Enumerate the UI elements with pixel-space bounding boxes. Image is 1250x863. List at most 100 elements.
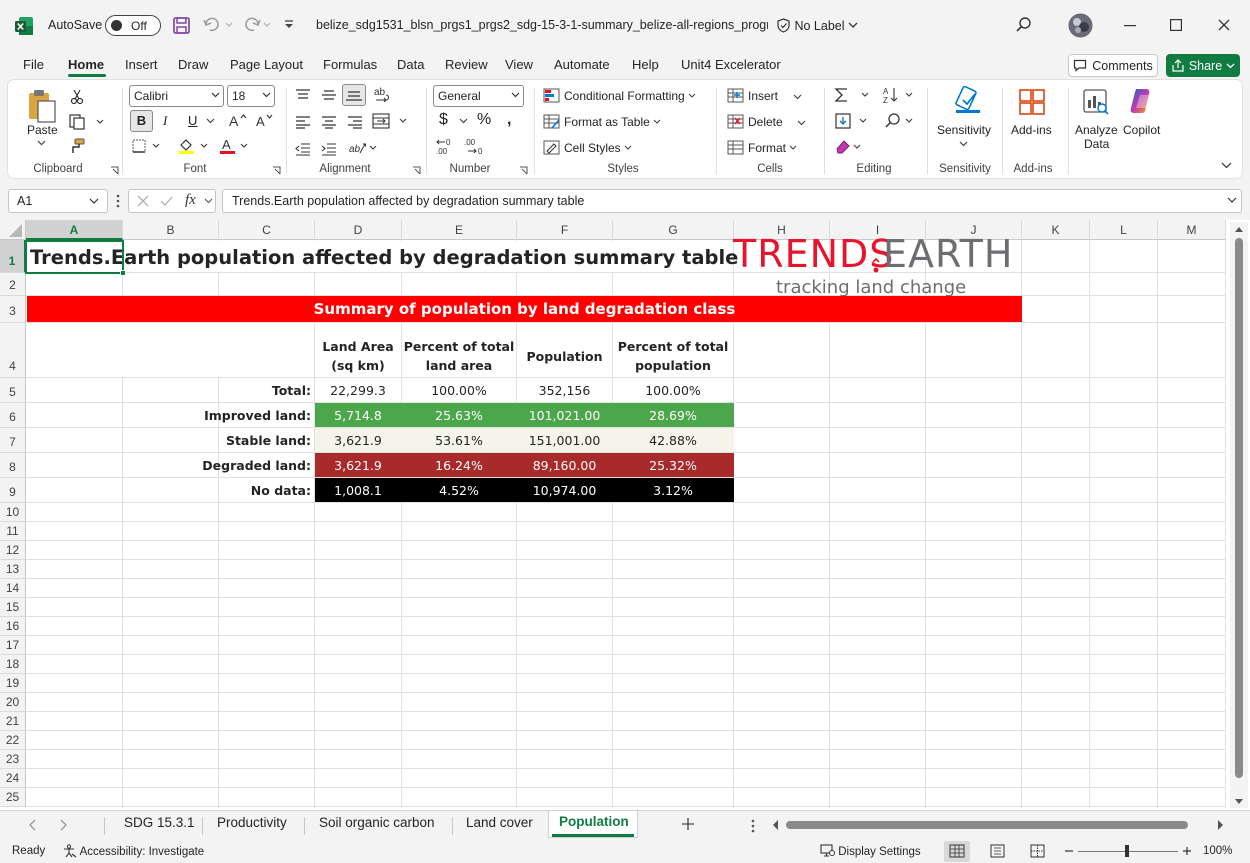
row-header-17[interactable]: 17 <box>0 636 26 655</box>
scroll-down-icon[interactable] <box>1234 798 1244 805</box>
row-header-7[interactable]: 7 <box>0 428 26 453</box>
cell-styles-icon[interactable] <box>543 140 560 155</box>
borders-icon[interactable] <box>132 139 164 153</box>
row-header-22[interactable]: 22 <box>0 731 26 750</box>
confirm-entry-icon[interactable] <box>160 195 173 207</box>
more-options-icon[interactable] <box>116 194 120 208</box>
degraded-percent-land[interactable]: 16.24% <box>402 453 516 478</box>
column-header-l[interactable]: L <box>1090 220 1158 240</box>
total-percent-land[interactable]: 100.00% <box>402 378 516 403</box>
more-sheets-icon[interactable] <box>751 819 755 833</box>
number-format-dropdown[interactable]: General <box>433 85 524 107</box>
sensitivity-icon[interactable] <box>953 86 983 116</box>
format-as-table-button[interactable]: Format as Table <box>564 115 661 129</box>
header-population[interactable]: Population <box>517 336 612 376</box>
comments-button[interactable]: Comments <box>1068 54 1158 77</box>
tab-help[interactable]: Help <box>632 57 659 72</box>
find-select-icon[interactable] <box>884 112 918 130</box>
cell-styles-button[interactable]: Cell Styles <box>564 141 632 155</box>
dialog-launcher-icon[interactable] <box>272 166 281 175</box>
row-header-14[interactable]: 14 <box>0 579 26 598</box>
fill-color-icon[interactable] <box>178 137 212 155</box>
copilot-button[interactable]: Copilot <box>1123 123 1160 137</box>
next-sheet-icon[interactable] <box>60 819 68 831</box>
file-name[interactable]: belize_sdg1531_blsn_prgs1_prgs2_sdg-15-3… <box>316 18 768 32</box>
minimize-icon[interactable] <box>1124 25 1136 27</box>
analyze-data-button[interactable]: Analyze Data <box>1075 123 1118 151</box>
top-align-icon[interactable] <box>295 88 311 102</box>
tab-view[interactable]: View <box>505 57 533 72</box>
fill-handle[interactable] <box>120 270 126 276</box>
accessibility-status[interactable]: Accessibility: Investigate <box>62 844 204 858</box>
row-label-total[interactable]: Total: <box>219 378 314 403</box>
format-button[interactable]: Format <box>748 141 797 155</box>
delete-cells-icon[interactable] <box>727 114 744 129</box>
add-ins-button[interactable]: Add-ins <box>1011 123 1052 137</box>
insert-function-button[interactable]: fx <box>185 192 196 209</box>
increase-font-size-icon[interactable]: A <box>228 112 248 128</box>
analyze-data-icon[interactable] <box>1082 88 1110 116</box>
percent-icon[interactable]: % <box>477 111 491 129</box>
format-as-table-icon[interactable] <box>543 114 560 129</box>
normal-view-button[interactable] <box>944 841 970 862</box>
tab-automate[interactable]: Automate <box>554 57 610 72</box>
chevron-down-icon[interactable] <box>959 141 968 147</box>
row-header-18[interactable]: 18 <box>0 655 26 674</box>
summary-banner[interactable]: Summary of population by land degradatio… <box>27 296 1022 322</box>
row-label-stable[interactable]: Stable land: <box>180 428 314 453</box>
header-percent-population[interactable]: Percent of total population <box>613 336 733 376</box>
nodata-percent-population[interactable]: 3.12% <box>613 478 733 503</box>
undo-icon[interactable] <box>202 16 232 34</box>
font-size-dropdown[interactable]: 18 <box>227 85 275 107</box>
avatar[interactable] <box>1068 13 1093 38</box>
row-header-19[interactable]: 19 <box>0 674 26 693</box>
tab-data[interactable]: Data <box>397 57 424 72</box>
align-left-icon[interactable] <box>295 115 311 129</box>
total-land-area[interactable]: 22,299.3 <box>315 378 401 403</box>
conditional-formatting-button[interactable]: Conditional Formatting <box>564 89 696 103</box>
add-ins-icon[interactable] <box>1018 88 1046 116</box>
display-settings-button[interactable]: Display Settings <box>820 844 921 858</box>
row-label-degraded[interactable]: Degraded land: <box>180 453 314 478</box>
row-header-4[interactable]: 4 <box>0 323 26 378</box>
expand-formula-bar-icon[interactable] <box>1227 197 1237 203</box>
select-all-button[interactable] <box>0 220 26 240</box>
stable-percent-land[interactable]: 53.61% <box>402 428 516 453</box>
merge-center-icon[interactable] <box>372 113 412 129</box>
sensitivity-button[interactable]: Sensitivity <box>937 123 991 137</box>
bold-button[interactable]: B <box>130 110 153 132</box>
sheet-tab-productivity[interactable]: Productivity <box>217 815 287 830</box>
sort-filter-icon[interactable]: AZ <box>882 86 916 104</box>
column-header-c[interactable]: C <box>219 220 315 240</box>
search-icon[interactable] <box>1015 16 1033 34</box>
improved-population[interactable]: 101,021.00 <box>517 403 612 428</box>
paste-label[interactable]: Paste <box>27 123 58 137</box>
sheet-tab-population[interactable]: Population <box>559 814 629 829</box>
improved-land-area[interactable]: 5,714.8 <box>315 403 401 428</box>
chevron-down-icon[interactable] <box>793 94 802 100</box>
zoom-in-icon[interactable] <box>1182 846 1192 856</box>
row-header-16[interactable]: 16 <box>0 617 26 636</box>
dialog-launcher-icon[interactable] <box>412 166 421 175</box>
improved-percent-population[interactable]: 28.69% <box>613 403 733 428</box>
increase-decimal-icon[interactable]: .00 0 <box>436 138 456 156</box>
row-header-2[interactable]: 2 <box>0 273 26 296</box>
chevron-down-icon[interactable] <box>204 198 213 204</box>
redo-icon[interactable] <box>242 16 272 34</box>
row-header-11[interactable]: 11 <box>0 522 26 541</box>
maximize-icon[interactable] <box>1170 19 1182 31</box>
decrease-indent-icon[interactable] <box>295 142 311 156</box>
column-header-b[interactable]: B <box>123 220 219 240</box>
copilot-icon[interactable] <box>1126 86 1156 116</box>
tab-review[interactable]: Review <box>445 57 488 72</box>
tab-home[interactable]: Home <box>68 57 104 72</box>
autosum-icon[interactable] <box>834 86 870 104</box>
insert-button[interactable]: Insert <box>748 89 778 103</box>
header-land-area[interactable]: Land Area (sq km) <box>315 336 401 376</box>
column-header-e[interactable]: E <box>402 220 517 240</box>
row-header-15[interactable]: 15 <box>0 598 26 617</box>
scroll-up-icon[interactable] <box>1234 226 1244 233</box>
font-color-icon[interactable]: A <box>219 137 253 155</box>
conditional-formatting-icon[interactable] <box>543 88 560 103</box>
row-header-6[interactable]: 6 <box>0 403 26 428</box>
